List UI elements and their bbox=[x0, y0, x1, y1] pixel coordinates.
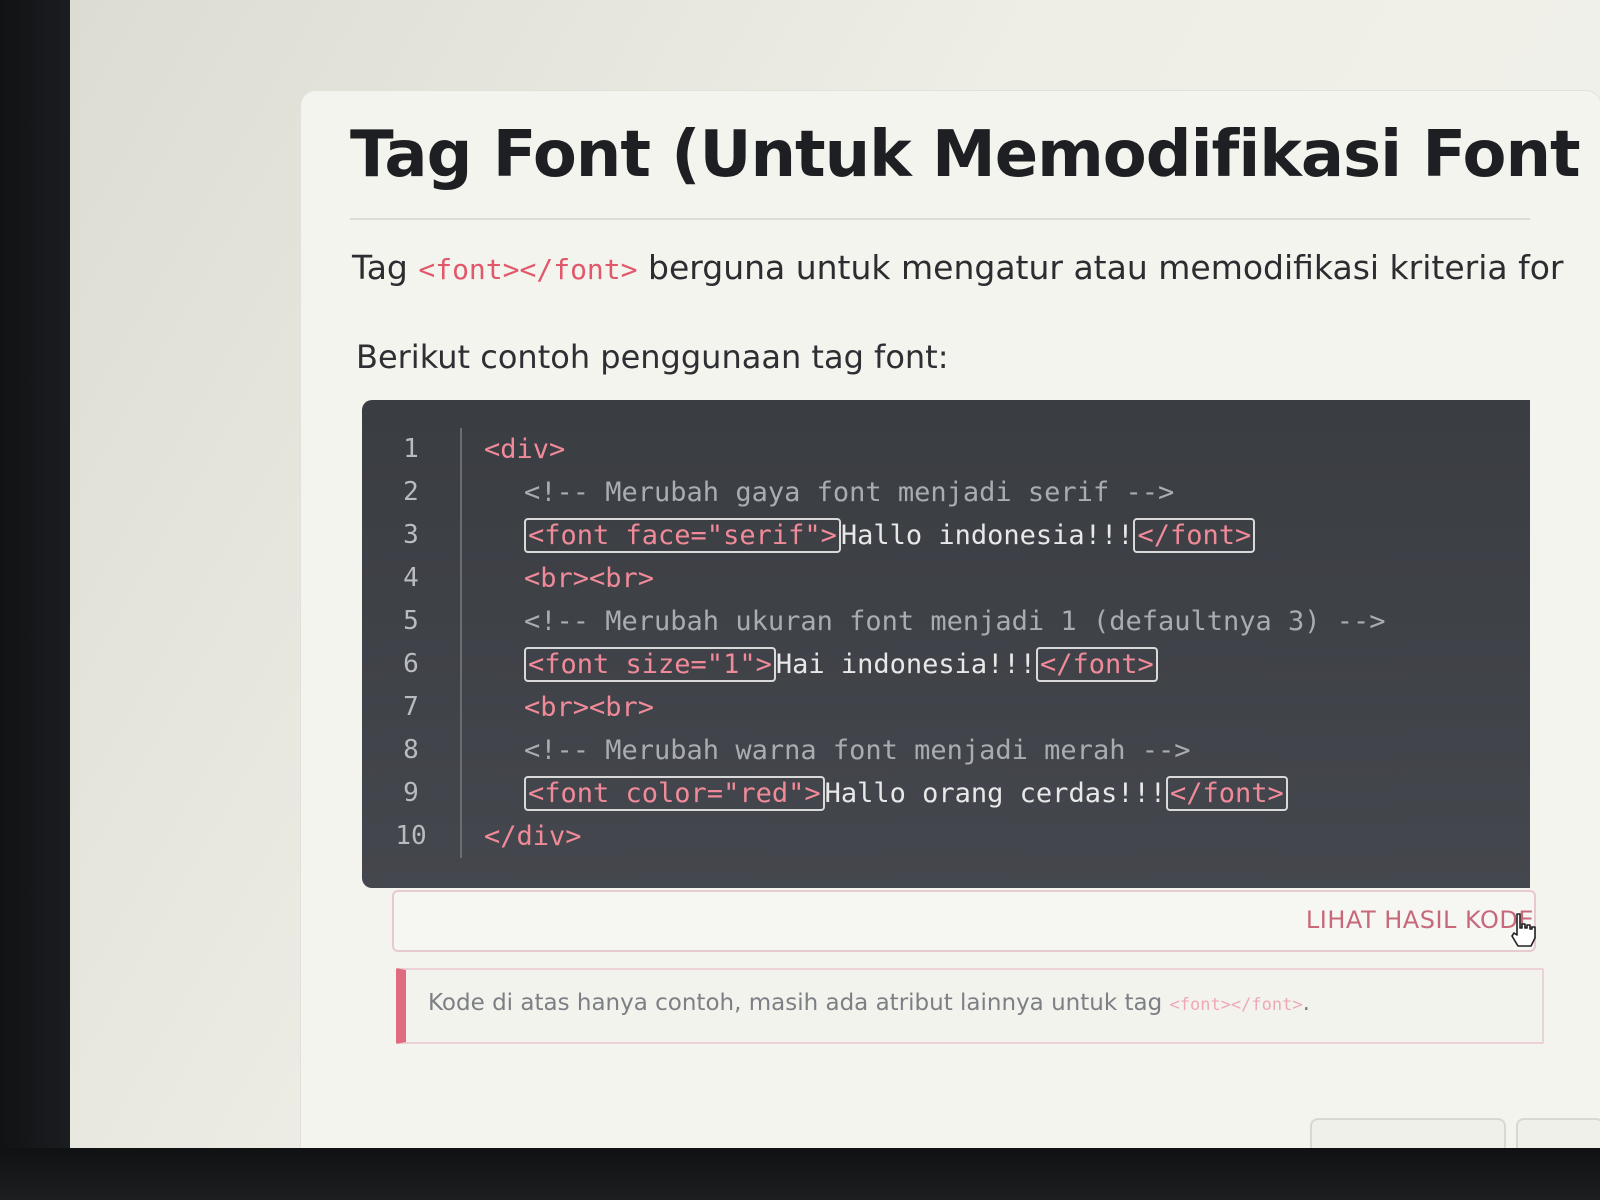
code-token-text: Hai indonesia!!! bbox=[775, 649, 1036, 680]
info-note: Kode di atas hanya contoh, masih ada atr… bbox=[396, 968, 1544, 1044]
line-number: 8 bbox=[403, 735, 419, 765]
code-token-tag: </div> bbox=[484, 821, 582, 852]
code-token-comment: <!-- Merubah gaya font menjadi serif --> bbox=[524, 477, 1175, 508]
code-line: <font face="serif"> Hallo indonesia!!! </f… bbox=[484, 514, 1386, 557]
line-number: 3 bbox=[403, 520, 419, 550]
code-line: <div> bbox=[484, 428, 1386, 471]
code-block[interactable]: 1 2 3 4 5 6 7 8 9 10 <div> <!-- Merubah … bbox=[362, 400, 1530, 888]
code-token-open-tag: <font face="serif"> bbox=[524, 518, 841, 553]
line-number: 5 bbox=[403, 606, 419, 636]
line-number: 7 bbox=[403, 692, 419, 722]
code-line: <!-- Merubah gaya font menjadi serif --> bbox=[484, 471, 1386, 514]
line-number: 1 bbox=[403, 434, 419, 464]
code-token-comment: <!-- Merubah warna font menjadi merah --… bbox=[524, 735, 1191, 766]
intro-inline-code: <font></font> bbox=[418, 253, 638, 286]
code-line: <!-- Merubah ukuran font menjadi 1 (defa… bbox=[484, 600, 1386, 643]
code-token-text: Hallo orang cerdas!!! bbox=[824, 778, 1166, 809]
line-number: 10 bbox=[395, 821, 427, 851]
code-token-close-tag: </font> bbox=[1133, 518, 1256, 553]
title-divider bbox=[350, 218, 1530, 220]
page-title: Tag Font (Untuk Memodifikasi Font bbox=[350, 118, 1581, 192]
code-token-close-tag: </font> bbox=[1165, 776, 1288, 811]
code-token-tag: <br><br> bbox=[524, 692, 655, 723]
line-number: 9 bbox=[403, 778, 419, 808]
line-number: 2 bbox=[403, 477, 419, 507]
intro-suffix: berguna untuk mengatur atau memodifikasi… bbox=[637, 248, 1564, 287]
view-result-label: LIHAT HASIL KODE bbox=[1305, 906, 1534, 934]
code-line: <!-- Merubah warna font menjadi merah --… bbox=[484, 729, 1386, 772]
code-token-comment: <!-- Merubah ukuran font menjadi 1 (defa… bbox=[524, 606, 1386, 637]
note-inline-code: <font></font> bbox=[1169, 995, 1303, 1015]
code-lines: <div> <!-- Merubah gaya font menjadi ser… bbox=[484, 428, 1386, 858]
code-line: <br><br> bbox=[484, 686, 1386, 729]
monitor-bezel-bottom bbox=[0, 1148, 1600, 1200]
line-number: 6 bbox=[403, 649, 419, 679]
code-token-tag: <div> bbox=[484, 434, 566, 465]
code-token-tag: <br><br> bbox=[524, 563, 655, 594]
code-line: <br><br> bbox=[484, 557, 1386, 600]
code-line: <font color="red"> Hallo orang cerdas!!! <… bbox=[484, 772, 1386, 815]
view-result-button[interactable]: LIHAT HASIL KODE bbox=[392, 890, 1536, 952]
code-line: <font size="1"> Hai indonesia!!! </font> bbox=[484, 643, 1386, 686]
code-token-open-tag: <font size="1"> bbox=[524, 647, 776, 682]
code-token-close-tag: </font> bbox=[1035, 647, 1158, 682]
intro-prefix: Tag bbox=[352, 248, 419, 287]
note-message: Kode di atas hanya contoh, masih ada atr… bbox=[428, 990, 1170, 1016]
code-token-text: Hallo indonesia!!! bbox=[840, 520, 1134, 551]
intro-paragraph: Tag <font></font> berguna untuk mengatur… bbox=[352, 248, 1563, 287]
code-token-open-tag: <font color="red"> bbox=[524, 776, 825, 811]
line-number-gutter: 1 2 3 4 5 6 7 8 9 10 bbox=[362, 428, 462, 858]
hand-pointer-icon bbox=[1511, 913, 1536, 947]
note-end: . bbox=[1302, 990, 1310, 1016]
example-label: Berikut contoh penggunaan tag font: bbox=[356, 338, 949, 376]
note-text: Kode di atas hanya contoh, masih ada atr… bbox=[428, 990, 1310, 1016]
line-number: 4 bbox=[403, 563, 419, 593]
code-line: </div> bbox=[484, 815, 1386, 858]
